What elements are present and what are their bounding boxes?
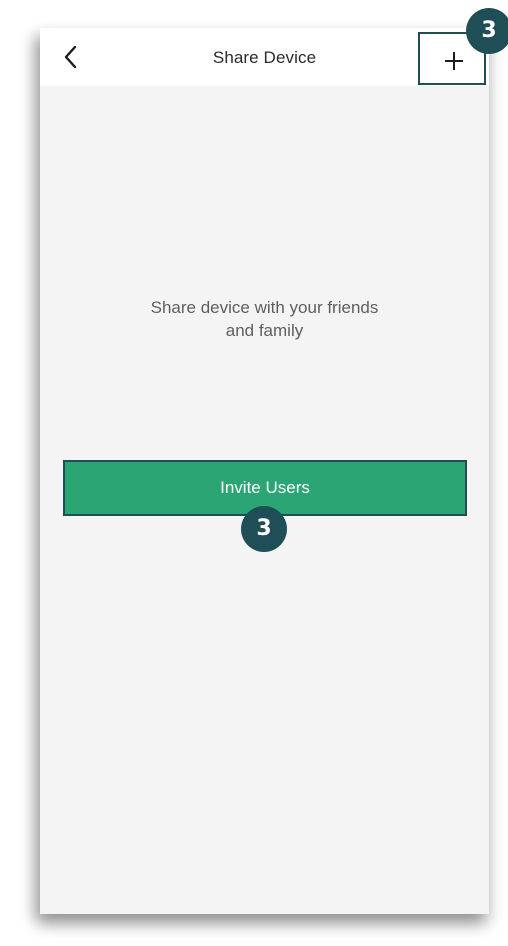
navigation-bar: Share Device: [40, 28, 489, 86]
step-badge-invite: 3: [241, 506, 287, 552]
step-badge-add: 3: [466, 8, 508, 54]
phone-screen: Share Device Share device with your frie…: [40, 28, 489, 914]
empty-state-message: Share device with your friends and famil…: [40, 296, 489, 342]
empty-state-line-1: Share device with your friends: [150, 298, 379, 317]
empty-state-line-2: and family: [225, 321, 304, 340]
plus-icon: [445, 52, 463, 70]
screenshot-stage: Share Device Share device with your frie…: [0, 0, 508, 946]
